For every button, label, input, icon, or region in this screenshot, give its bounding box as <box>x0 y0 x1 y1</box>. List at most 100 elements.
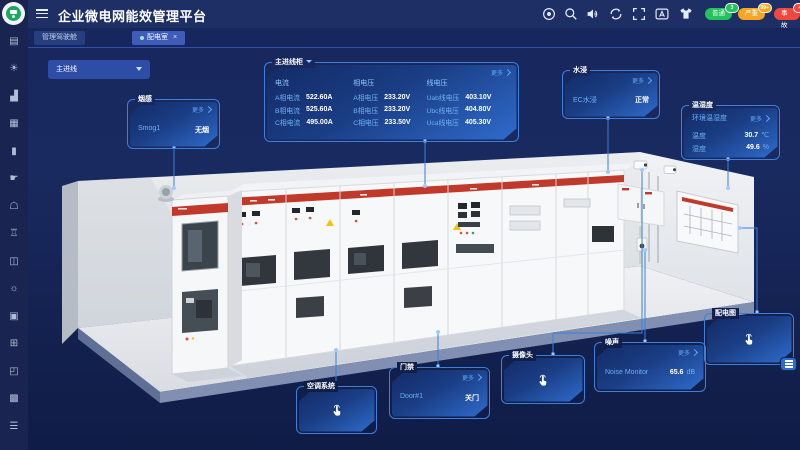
sensor-row: Smog1 无烟 <box>138 125 209 135</box>
alarm-icon[interactable]: ☀ <box>0 63 28 75</box>
more-link[interactable]: 更多 <box>491 68 510 77</box>
logo-icon <box>6 6 21 21</box>
sensor-value: 无烟 <box>195 125 209 135</box>
more-label: 更多 <box>491 68 503 77</box>
touch-icon <box>743 333 756 347</box>
more-label: 更多 <box>678 348 690 357</box>
sensor-name: EC水浸 <box>573 95 597 105</box>
line-selector-dropdown[interactable]: 主进线 <box>48 60 150 79</box>
temp-humidity-panel[interactable]: 温湿度 环境温湿度 更多 温度 30.7℃ 湿度 49.6% <box>681 105 780 160</box>
more-label: 更多 <box>632 76 644 85</box>
theme-shirt-icon[interactable] <box>679 7 693 21</box>
chevron-right-icon <box>645 77 652 84</box>
distribution-diagram-panel[interactable]: 配电图 <box>704 313 794 365</box>
record-icon[interactable] <box>542 7 556 21</box>
fullscreen-icon[interactable] <box>632 7 646 21</box>
top-header: 企业微电网能效管理平台 普通 3 严重 99+ 事故 4 <box>28 0 800 28</box>
chevron-right-icon <box>205 106 212 113</box>
hvac-panel[interactable]: 空调系统 <box>296 386 377 434</box>
badge-count: 99+ <box>758 3 772 13</box>
badge-count: 3 <box>725 3 739 13</box>
noise-panel[interactable]: 噪声 更多 Noise Monitor 65.6dB <box>594 342 706 392</box>
bulb-icon[interactable]: ☼ <box>0 283 28 295</box>
current-group: 电流 A相电流522.60A B相电流525.60A C相电流495.00A <box>275 78 347 135</box>
camera-panel[interactable]: 摄像头 <box>501 355 585 404</box>
sensor-row: EC水浸 正常 <box>573 95 649 105</box>
chevron-down-icon <box>306 60 312 63</box>
speaker-icon[interactable] <box>586 7 600 21</box>
chevron-right-icon <box>763 114 770 121</box>
more-link[interactable]: 更多 <box>632 76 651 85</box>
chevron-right-icon <box>691 349 698 356</box>
more-link[interactable]: 更多 <box>750 113 769 123</box>
more-label: 更多 <box>462 373 474 382</box>
sliders-icon <box>785 363 793 364</box>
badge-label: 普通 <box>712 10 725 17</box>
search-icon[interactable] <box>564 7 578 21</box>
badge-label: 事故 <box>781 10 788 29</box>
phase-voltage-group: 相电压 A相电压233.20V B相电压233.20V C相电压233.50V <box>353 78 420 135</box>
panel-title: 摄像头 <box>509 350 536 361</box>
panel-title: 主进线柜 <box>272 57 315 68</box>
tab-label: 配电室 <box>147 31 168 45</box>
sensor-value: 关门 <box>465 393 479 403</box>
water-leak-panel[interactable]: 水浸 更多 EC水浸 正常 <box>562 70 660 119</box>
tab-distribution-room[interactable]: 配电室 × <box>132 31 185 45</box>
chevron-right-icon <box>504 69 511 76</box>
tab-label: 管理驾驶舱 <box>42 31 77 45</box>
group-header: 线电压 <box>426 78 510 91</box>
files-icon[interactable]: ▤ <box>0 36 28 48</box>
more-link[interactable]: 更多 <box>192 105 211 114</box>
bank-icon[interactable]: ♖ <box>0 228 28 240</box>
calc-icon[interactable]: ▩ <box>0 393 28 405</box>
hamburger-menu-icon[interactable] <box>36 9 48 19</box>
sensor-row: Noise Monitor 65.6dB <box>605 369 695 376</box>
more-link[interactable]: 更多 <box>462 373 481 382</box>
device-icon[interactable]: ▮ <box>0 146 28 158</box>
tab-bar: 管理驾驶舱 配电室 × <box>28 28 800 48</box>
chart-icon[interactable]: ▟ <box>0 91 28 103</box>
box-icon[interactable]: ◫ <box>0 256 28 268</box>
close-icon[interactable]: × <box>173 31 177 45</box>
sensor-name: Noise Monitor <box>605 369 648 376</box>
panel-title: 配电图 <box>712 308 739 319</box>
translate-icon[interactable] <box>655 7 669 21</box>
refresh-icon[interactable] <box>609 7 623 21</box>
ship-icon[interactable]: ☖ <box>0 201 28 213</box>
left-sidebar: ▤ ☀ ▟ ▦ ▮ ☛ ☖ ♖ ◫ ☼ ▣ ⊞ ◰ ▩ ☰ <box>0 0 28 450</box>
app-logo[interactable] <box>2 2 25 25</box>
hand-icon[interactable]: ☛ <box>0 173 28 185</box>
group-header: 相电压 <box>353 78 420 91</box>
touch-icon <box>330 404 343 418</box>
layer-settings-button[interactable] <box>781 358 796 370</box>
panel-title: 空调系统 <box>304 381 338 392</box>
sensor-name: Smog1 <box>138 125 160 135</box>
line-voltage-group: 线电压 Uab线电压403.10V Ubc线电压404.80V Uca线电压40… <box>426 78 510 135</box>
chevron-down-icon <box>136 67 142 71</box>
status-badge-severe[interactable]: 严重 99+ <box>738 8 765 20</box>
media-icon[interactable]: ▣ <box>0 311 28 323</box>
subtitle-row: 环境温湿度 更多 <box>692 113 769 123</box>
status-badge-normal[interactable]: 普通 3 <box>705 8 732 20</box>
main-incoming-panel[interactable]: 主进线柜 更多 电流 A相电流522.60A B相电流525.60A C相电流4… <box>264 62 519 142</box>
group-header: 电流 <box>275 78 347 91</box>
grid-icon[interactable]: ⊞ <box>0 338 28 350</box>
status-badge-accident[interactable]: 事故 4 <box>774 8 800 20</box>
door-access-panel[interactable]: 门禁 更多 Door#1 关门 <box>389 367 490 419</box>
panel-title: 门禁 <box>397 362 417 373</box>
tab-management-cockpit[interactable]: 管理驾驶舱 <box>34 31 85 45</box>
active-dot-icon <box>140 36 144 40</box>
sensor-name: 环境温湿度 <box>692 113 727 123</box>
cctv-icon[interactable]: ◰ <box>0 366 28 378</box>
selector-value: 主进线 <box>56 66 77 73</box>
panel-title: 噪声 <box>602 337 622 348</box>
team-icon[interactable]: ☰ <box>0 421 28 433</box>
badge-label: 严重 <box>745 10 758 17</box>
factory-icon[interactable]: ▦ <box>0 118 28 130</box>
more-link[interactable]: 更多 <box>678 348 697 357</box>
measurement-table: 电流 A相电流522.60A B相电流525.60A C相电流495.00A 相… <box>275 78 510 135</box>
smoke-panel[interactable]: 烟感 更多 Smog1 无烟 <box>127 99 220 149</box>
sensor-value: 正常 <box>635 95 649 105</box>
panel-title: 烟感 <box>135 94 155 105</box>
badge-count: 4 <box>793 3 800 13</box>
